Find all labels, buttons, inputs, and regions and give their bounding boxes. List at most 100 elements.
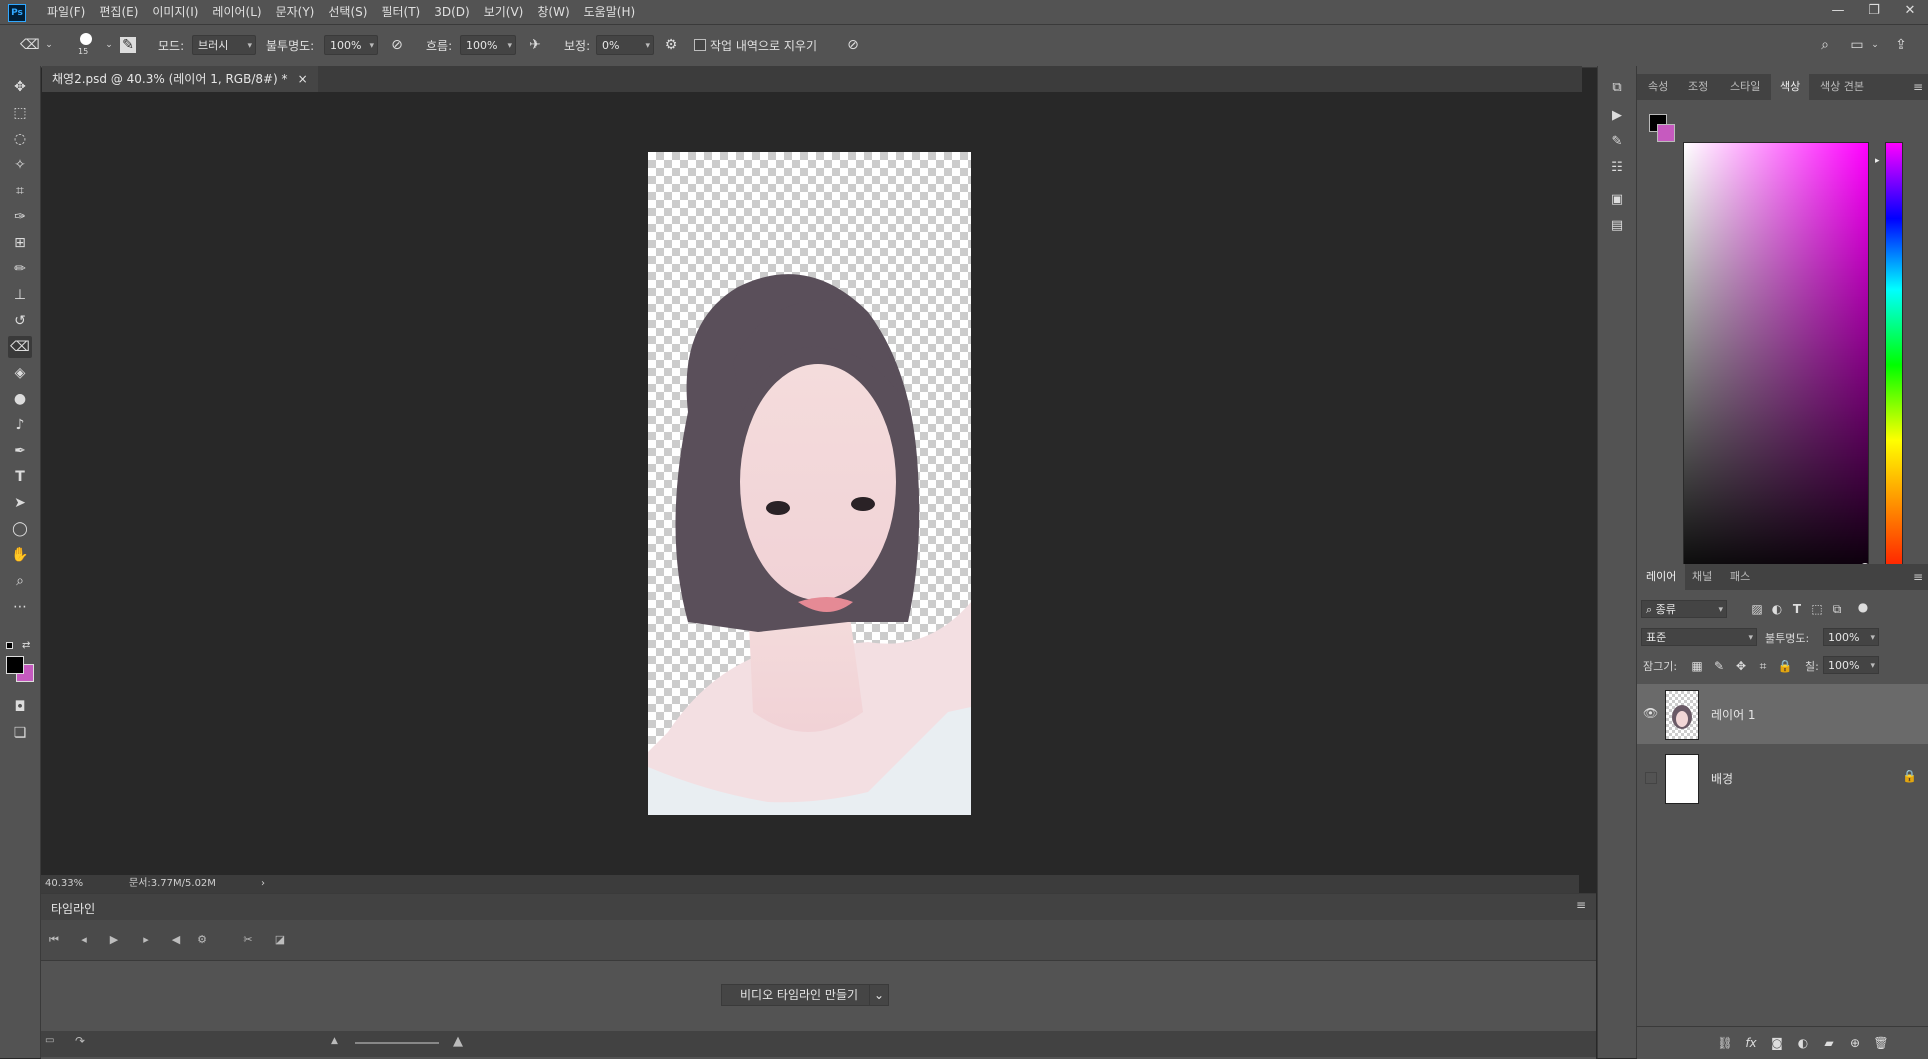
timeline-zoom-slider[interactable] <box>355 1042 439 1044</box>
mode-select[interactable]: 브러시 ▾ <box>192 35 256 55</box>
move-tool-icon[interactable]: ✥ <box>8 76 32 98</box>
lock-image-pixels-icon[interactable]: ✎ <box>1711 658 1727 674</box>
history-icon[interactable]: ⧉ <box>1607 78 1627 98</box>
background-color-swatch[interactable] <box>1657 124 1675 142</box>
brush-settings-icon[interactable]: ✎ <box>1607 132 1627 152</box>
filter-pixel-icon[interactable]: ▨ <box>1749 601 1765 617</box>
layer-name[interactable]: 배경 <box>1711 770 1733 787</box>
delete-layer-trash-icon[interactable]: 🗑 <box>1873 1035 1889 1051</box>
layer-opacity-field[interactable]: 100% ▾ <box>1823 628 1879 646</box>
actions-play-icon[interactable]: ▶ <box>1607 106 1627 126</box>
notes-icon[interactable]: ▤ <box>1607 216 1627 236</box>
visibility-toggle[interactable] <box>1645 772 1657 784</box>
flow-field[interactable]: 100% ▾ <box>460 35 516 55</box>
layer-row[interactable]: 👁 레이어 1 <box>1637 684 1928 744</box>
status-menu-arrow-icon[interactable]: › <box>261 875 265 893</box>
tab-color[interactable]: 색상 <box>1771 74 1810 100</box>
lock-position-icon[interactable]: ✥ <box>1733 658 1749 674</box>
timeline-settings-gear-icon[interactable]: ⚙ <box>193 932 211 948</box>
brush-tool-icon[interactable]: ✏ <box>8 258 32 280</box>
brush-preset-picker[interactable]: 15 <box>72 31 102 61</box>
foreground-color-swatch[interactable] <box>6 656 24 674</box>
ellipse-tool-icon[interactable]: ◯ <box>8 518 32 540</box>
menu-edit[interactable]: 편집(E) <box>92 0 145 24</box>
tab-channels[interactable]: 채널 <box>1683 564 1721 590</box>
filter-adjustment-icon[interactable]: ◐ <box>1769 601 1785 617</box>
menu-help[interactable]: 도움말(H) <box>577 0 643 24</box>
previous-frame-icon[interactable]: ◂ <box>75 932 93 948</box>
menu-type[interactable]: 문자(Y) <box>269 0 322 24</box>
fill-field[interactable]: 100% ▾ <box>1823 656 1879 674</box>
audio-icon[interactable]: ◀ <box>167 932 185 948</box>
tab-styles[interactable]: 스타일 <box>1721 74 1769 100</box>
link-layers-icon[interactable]: ⛓ <box>1717 1035 1733 1051</box>
panel-menu-icon[interactable]: ≡ <box>1913 570 1923 584</box>
pressure-size-icon[interactable]: ⊘ <box>844 36 862 54</box>
eraser-tool-icon[interactable]: ⌫ <box>8 336 32 358</box>
menu-image[interactable]: 이미지(I) <box>145 0 205 24</box>
menu-view[interactable]: 보기(V) <box>477 0 531 24</box>
crop-tool-icon[interactable]: ⌗ <box>8 180 32 202</box>
document-tab[interactable]: 채영2.psd @ 40.3% (레이어 1, RGB/8#) * × <box>42 66 318 92</box>
fx-icon[interactable]: fx <box>1743 1035 1759 1051</box>
zoom-out-icon[interactable]: ▲ <box>331 1036 338 1046</box>
hue-slider-marker-icon[interactable]: ▸ <box>1875 156 1880 166</box>
lasso-tool-icon[interactable]: ◌ <box>8 128 32 150</box>
tab-paths[interactable]: 패스 <box>1721 564 1759 590</box>
lock-artboard-icon[interactable]: ⌗ <box>1755 658 1771 674</box>
panel-menu-icon[interactable]: ≡ <box>1576 898 1586 912</box>
dodge-tool-icon[interactable]: ♪ <box>8 414 32 436</box>
tab-layers[interactable]: 레이어 <box>1637 564 1686 590</box>
workspace-icon[interactable]: ▭ <box>1848 36 1866 54</box>
tab-adjustments[interactable]: 조정 <box>1679 74 1717 100</box>
pressure-opacity-icon[interactable]: ⊘ <box>388 36 406 54</box>
filter-type-icon[interactable]: T <box>1789 601 1805 617</box>
close-icon[interactable]: × <box>298 66 308 92</box>
minimize-icon[interactable]: — <box>1820 0 1856 24</box>
brush-chevron-icon[interactable]: ⌄ <box>100 36 118 54</box>
visibility-eye-icon[interactable]: 👁 <box>1643 706 1658 720</box>
type-tool-icon[interactable]: T <box>8 466 32 488</box>
more-tools-icon[interactable]: ⋯ <box>8 596 32 618</box>
menu-3d[interactable]: 3D(D) <box>427 0 476 24</box>
blend-mode-select[interactable]: 표준 ▾ <box>1641 628 1757 646</box>
magic-wand-tool-icon[interactable]: ✧ <box>8 154 32 176</box>
go-to-first-frame-icon[interactable]: ⏮ <box>45 932 63 948</box>
marquee-tool-icon[interactable]: ⬚ <box>8 102 32 124</box>
transition-icon[interactable]: ◪ <box>271 932 289 948</box>
path-selection-tool-icon[interactable]: ➤ <box>8 492 32 514</box>
layer-row[interactable]: 배경 🔒 <box>1637 748 1928 808</box>
patch-tool-icon[interactable]: ⊞ <box>8 232 32 254</box>
menu-select[interactable]: 선택(S) <box>321 0 374 24</box>
document-canvas[interactable] <box>648 152 971 815</box>
new-group-folder-icon[interactable]: ▰ <box>1821 1035 1837 1051</box>
erase-history-checkbox[interactable] <box>694 39 706 51</box>
search-icon[interactable]: ⌕ <box>1816 36 1834 54</box>
lock-transparent-pixels-icon[interactable]: ▦ <box>1689 658 1705 674</box>
lock-all-icon[interactable]: 🔒 <box>1777 658 1793 674</box>
quick-mask-icon[interactable]: ◘ <box>8 696 32 718</box>
layer-filter-kind-select[interactable]: ⌕ 종류 ▾ <box>1641 600 1727 618</box>
tab-properties[interactable]: 속성 <box>1639 74 1677 100</box>
layer-name[interactable]: 레이어 1 <box>1711 706 1756 723</box>
screen-mode-icon[interactable]: ❏ <box>8 722 32 744</box>
chevron-down-icon[interactable]: ⌄ <box>869 985 888 1005</box>
airbrush-icon[interactable]: ✈ <box>526 36 544 54</box>
panel-menu-icon[interactable]: ≡ <box>1913 80 1923 94</box>
libraries-icon[interactable]: ▣ <box>1607 190 1627 210</box>
timeline-tab[interactable]: 타임라인 <box>51 900 95 917</box>
smoothing-settings-gear-icon[interactable]: ⚙ <box>662 36 680 54</box>
create-video-timeline-button[interactable]: 비디오 타임라인 만들기 ⌄ <box>721 984 890 1006</box>
menu-window[interactable]: 창(W) <box>530 0 576 24</box>
close-icon[interactable]: ✕ <box>1892 0 1928 24</box>
tool-preset-chevron-icon[interactable]: ⌄ <box>40 36 58 54</box>
pen-tool-icon[interactable]: ✒ <box>8 440 32 462</box>
hue-slider[interactable] <box>1885 142 1903 588</box>
history-brush-tool-icon[interactable]: ↺ <box>8 310 32 332</box>
color-field[interactable] <box>1683 142 1870 588</box>
zoom-tool-icon[interactable]: ⌕ <box>8 570 32 592</box>
blur-tool-icon[interactable]: ● <box>8 388 32 410</box>
default-colors-icon[interactable] <box>6 642 14 650</box>
split-scissors-icon[interactable]: ✂ <box>239 932 257 948</box>
stamp-tool-icon[interactable]: ⊥ <box>8 284 32 306</box>
